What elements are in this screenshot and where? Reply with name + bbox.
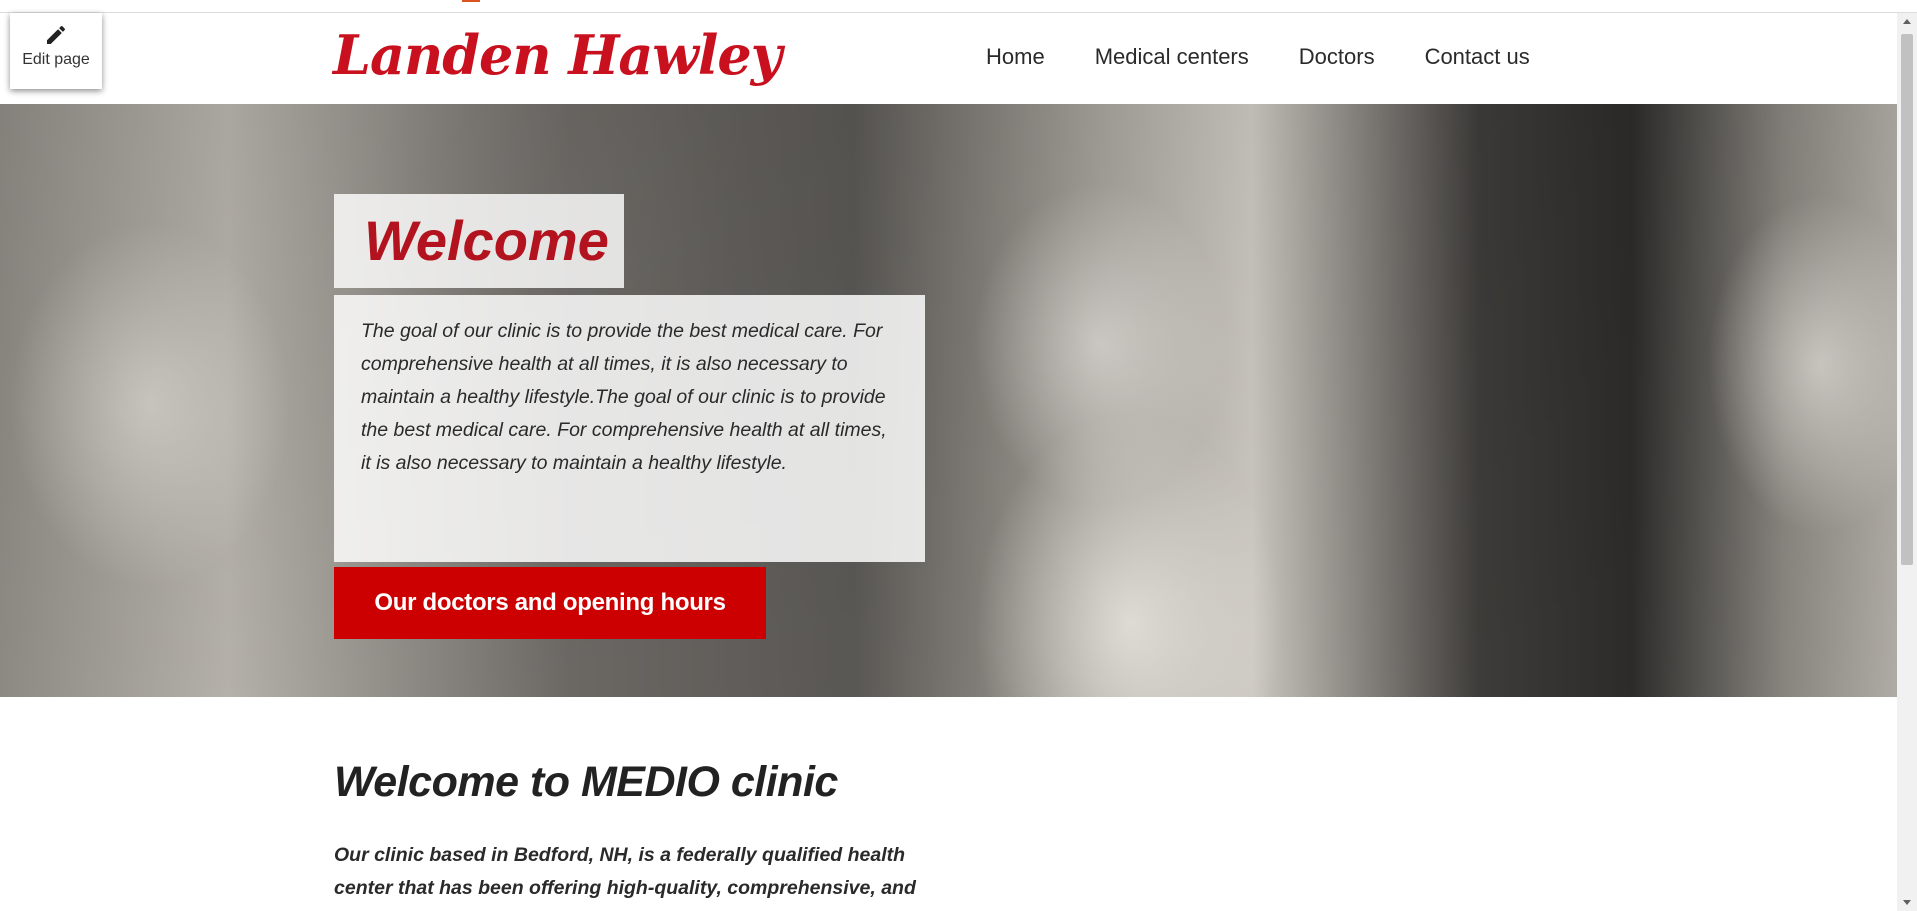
edit-page-button[interactable]: Edit page	[10, 13, 102, 89]
scrollbar-thumb[interactable]	[1901, 34, 1913, 565]
nav-item-medical-centers[interactable]: Medical centers	[1095, 44, 1249, 70]
site-header: Landen Hawley Home Medical centers Docto…	[0, 13, 1897, 104]
nav-item-doctors[interactable]: Doctors	[1299, 44, 1375, 70]
hero-text-box: The goal of our clinic is to provide the…	[334, 295, 925, 562]
scroll-down-arrow-icon[interactable]	[1903, 900, 1911, 905]
pencil-icon	[47, 25, 66, 44]
hero-banner: Welcome The goal of our clinic is to pro…	[0, 104, 1897, 697]
hero-text: The goal of our clinic is to provide the…	[361, 320, 887, 474]
browser-top-edge	[0, 0, 1917, 13]
hero-photo	[0, 104, 1897, 697]
section-intro: Our clinic based in Bedford, NH, is a fe…	[334, 844, 916, 899]
tab-indicator	[462, 0, 480, 2]
welcome-section: Welcome to MEDIO clinic Our clinic based…	[334, 758, 1034, 905]
page-scrollbar[interactable]	[1897, 13, 1917, 911]
hero-title: Welcome	[364, 209, 609, 272]
scroll-up-arrow-icon[interactable]	[1903, 19, 1911, 24]
section-heading: Welcome to MEDIO clinic	[334, 758, 838, 806]
edit-page-label: Edit page	[22, 51, 90, 68]
nav-item-home[interactable]: Home	[986, 44, 1045, 70]
doctors-hours-button[interactable]: Our doctors and opening hours	[334, 567, 766, 639]
site-logo[interactable]: Landen Hawley	[333, 23, 782, 87]
main-nav: Home Medical centers Doctors Contact us	[986, 44, 1530, 70]
nav-item-contact-us[interactable]: Contact us	[1425, 44, 1530, 70]
hero-title-box: Welcome	[334, 194, 624, 288]
